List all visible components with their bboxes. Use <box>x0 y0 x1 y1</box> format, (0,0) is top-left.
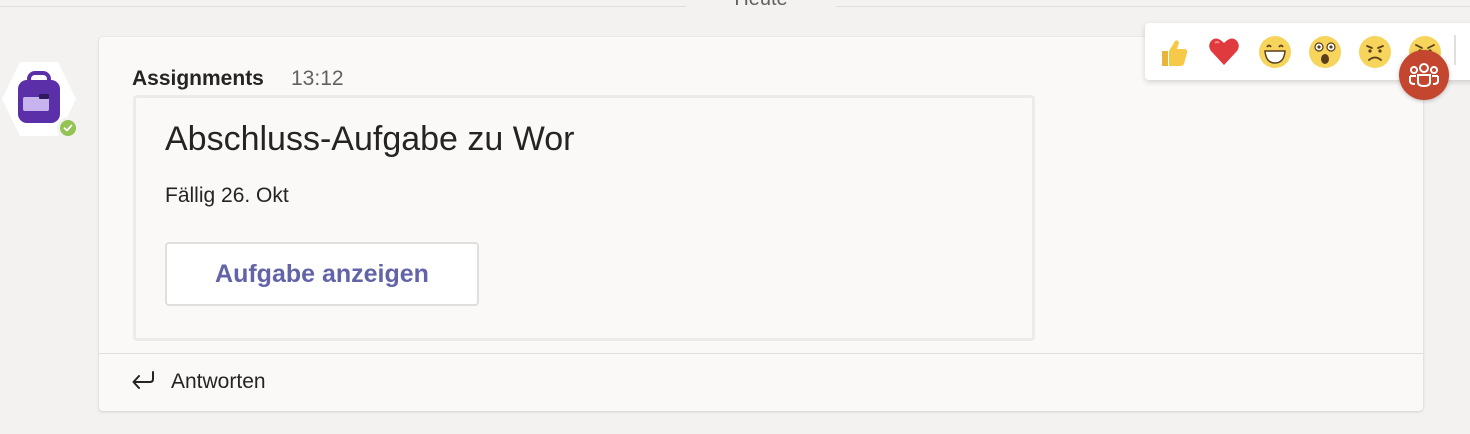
date-divider: Heute <box>0 0 1470 16</box>
divider-line-left <box>0 6 686 7</box>
like-icon[interactable] <box>1157 35 1191 69</box>
reply-divider <box>99 353 1423 354</box>
heart-icon[interactable] <box>1207 35 1241 69</box>
assignment-card: Abschluss-Aufgabe zu Wor Fällig 26. Okt … <box>133 95 1035 341</box>
reply-button[interactable]: Antworten <box>129 367 266 397</box>
reaction-separator <box>1454 35 1456 65</box>
view-assignment-button[interactable]: Aufgabe anzeigen <box>165 242 479 306</box>
message-timestamp: 13:12 <box>291 67 344 90</box>
surprised-icon[interactable] <box>1308 35 1342 69</box>
due-date: Fällig 26. Okt <box>165 184 289 207</box>
status-available-icon <box>57 117 79 139</box>
reply-arrow-icon <box>129 369 157 396</box>
message-card: Assignments 13:12 Abschluss-Aufgabe zu W… <box>99 23 1470 411</box>
date-label: Heute <box>686 0 836 11</box>
divider-line-right <box>836 6 1470 7</box>
more-options-icon[interactable] <box>1463 35 1470 69</box>
participants-icon[interactable] <box>1399 50 1449 100</box>
assignment-title: Abschluss-Aufgabe zu Wor <box>165 120 575 158</box>
sender-name[interactable]: Assignments <box>132 67 264 91</box>
laugh-icon[interactable] <box>1258 35 1292 69</box>
reply-label: Antworten <box>171 370 266 393</box>
sad-icon[interactable] <box>1358 35 1392 69</box>
assignments-backpack-icon <box>18 71 60 123</box>
